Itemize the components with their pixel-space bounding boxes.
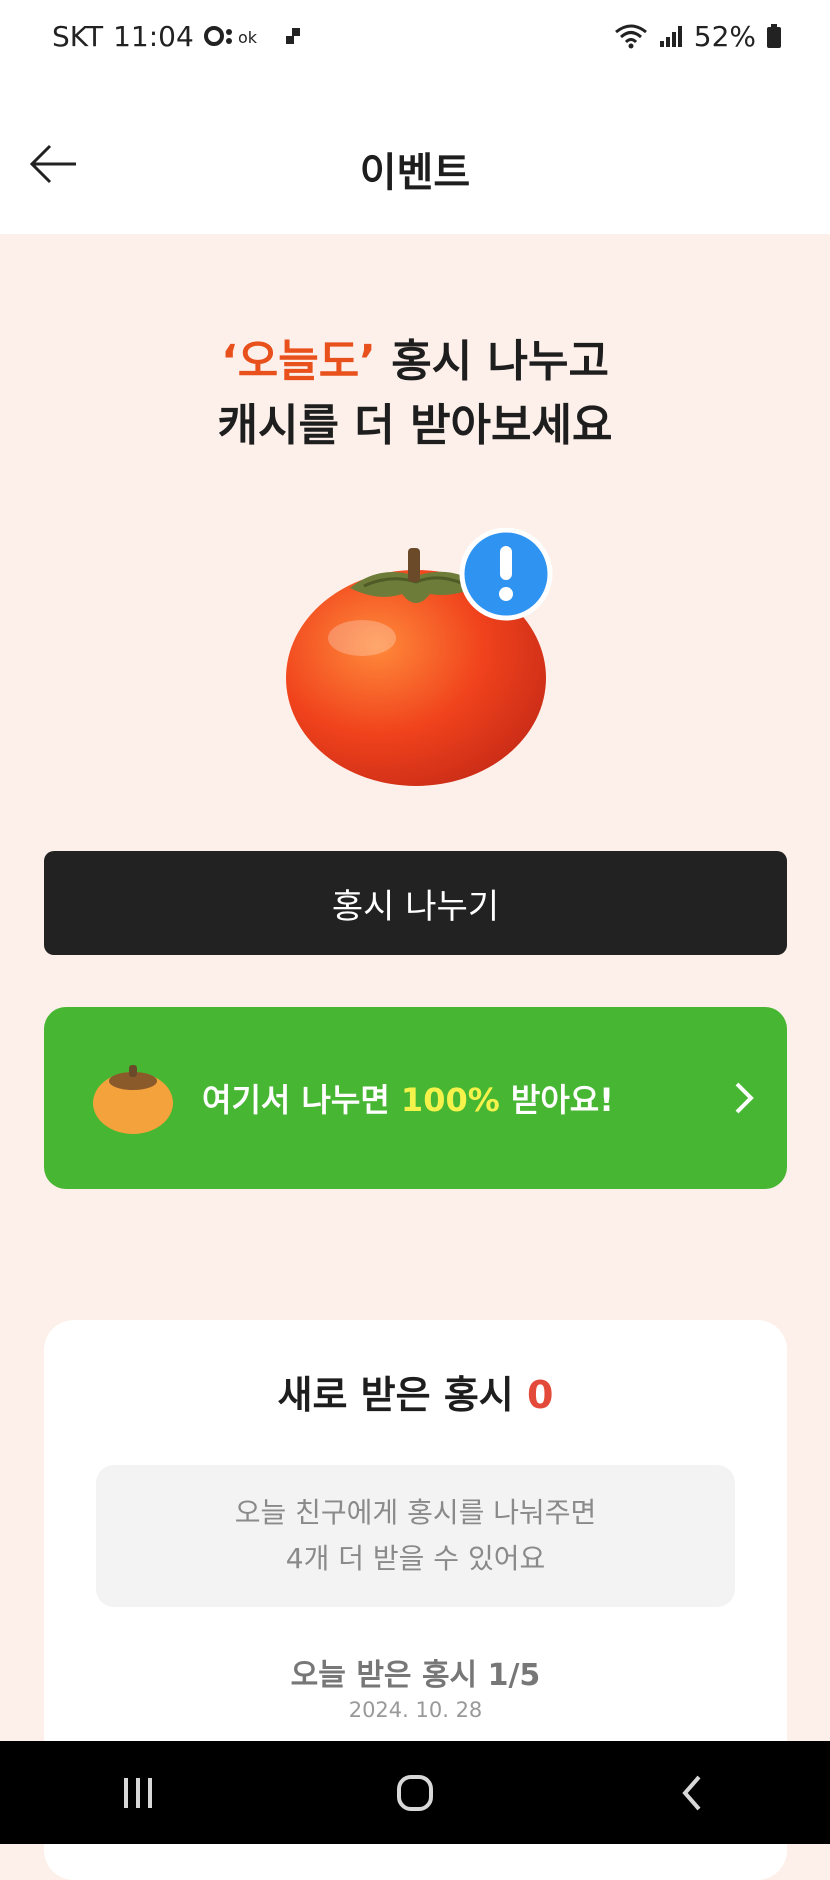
system-nav-bar	[0, 1741, 830, 1844]
page-title: 이벤트	[359, 150, 471, 196]
signal-icon	[659, 26, 682, 47]
today-received-label: 오늘 받은 홍시 1/5	[290, 1658, 541, 1693]
app-header: 이벤트	[0, 72, 830, 234]
persimmon-illustration	[286, 528, 553, 786]
hero-title-line2: 캐시를 더 받아보세요	[217, 400, 613, 451]
promo-banner[interactable]: 여기서 나누면 100% 받아요!	[44, 1007, 787, 1189]
share-persimmon-button[interactable]: 홍시 나누기	[44, 851, 787, 955]
wifi-icon	[614, 24, 647, 49]
battery-icon	[767, 24, 781, 48]
home-button[interactable]	[375, 1753, 455, 1833]
battery-percent: 52%	[693, 19, 756, 53]
promo-highlight: 100%	[400, 1081, 500, 1119]
notice-line1: 오늘 친구에게 홍시를 나눠주면	[234, 1496, 597, 1529]
status-bar: SKT 11:04 ok 52%	[0, 0, 830, 72]
recent-apps-button[interactable]	[98, 1753, 178, 1833]
status-left: SKT 11:04 ok	[52, 20, 304, 53]
hero-accent-text: ‘오늘도’	[221, 336, 376, 387]
date-label: 2024. 10. 28	[348, 1698, 483, 1722]
notice-line2: 4개 더 받을 수 있어요	[285, 1542, 546, 1575]
hero-line1-text: 홍시 나누고	[375, 336, 609, 387]
home-icon	[396, 1774, 433, 1811]
chevron-left-icon	[681, 1775, 701, 1810]
persimmon-icon	[93, 1065, 173, 1134]
card-title: 새로 받은 홍시 0	[44, 1364, 787, 1419]
card-title-text: 새로 받은 홍시	[277, 1373, 514, 1417]
promo-text: 여기서 나누면 100% 받아요!	[202, 1075, 729, 1121]
clock: 11:04	[113, 19, 194, 53]
status-right: 52%	[614, 20, 782, 53]
hero-title: ‘오늘도’ 홍시 나누고 캐시를 더 받아보세요	[0, 330, 830, 458]
received-count: 0	[527, 1373, 554, 1417]
carrier: SKT	[52, 19, 104, 53]
promo-text-before: 여기서 나누면	[202, 1081, 401, 1119]
notification-icons: ok	[203, 26, 300, 47]
promo-text-after: 받아요!	[499, 1081, 614, 1119]
chevron-right-icon	[735, 1082, 754, 1114]
back-nav-button[interactable]	[652, 1753, 732, 1833]
notice-box: 오늘 친구에게 홍시를 나눠주면 4개 더 받을 수 있어요	[96, 1465, 735, 1607]
recent-apps-icon	[124, 1777, 153, 1808]
svg-text:ok: ok	[238, 28, 258, 47]
hero-title-line1: ‘오늘도’ 홍시 나누고	[0, 330, 830, 394]
